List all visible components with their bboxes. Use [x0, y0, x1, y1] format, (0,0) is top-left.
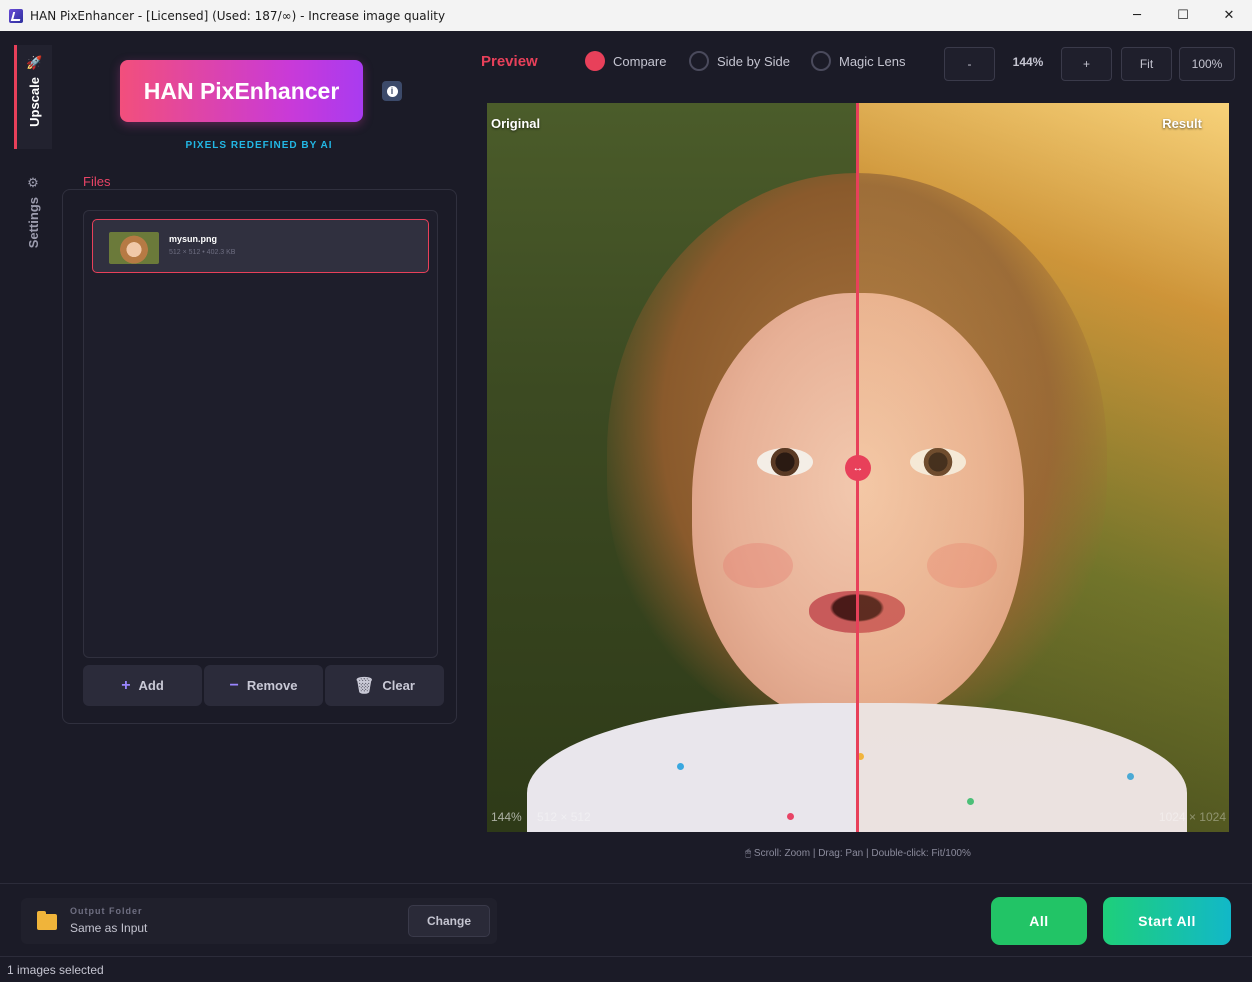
- result-tint: [858, 103, 1229, 832]
- mode-compare[interactable]: Compare: [585, 51, 666, 71]
- zoom-level: 144%: [1012, 55, 1044, 69]
- preview-hint: 🖱 Scroll: Zoom | Drag: Pan | Double-clic…: [745, 848, 971, 859]
- mode-side-by-side[interactable]: Side by Side: [689, 51, 790, 71]
- trash-icon: 🗑: [354, 677, 375, 695]
- mode-side-by-side-label: Side by Side: [717, 53, 790, 69]
- info-icon: i: [386, 85, 398, 97]
- mode-compare-label: Compare: [613, 53, 667, 69]
- brand-tagline: PIXELS REDEFINED BY AI: [185, 140, 333, 151]
- zoom-in-button[interactable]: +: [1061, 47, 1112, 81]
- tab-upscale[interactable]: 🚀 Upscale: [14, 45, 52, 149]
- tab-settings[interactable]: ⚙ Settings: [14, 165, 52, 275]
- subject-eye-left: [757, 448, 813, 476]
- close-button[interactable]: ✕: [1206, 0, 1252, 31]
- mode-magic-lens[interactable]: Magic Lens: [811, 51, 905, 71]
- mode-magic-lens-label: Magic Lens: [839, 53, 906, 69]
- add-label: Add: [138, 678, 164, 693]
- bottom-bar: Output Folder Same as Input Change All S…: [0, 883, 1252, 956]
- image-zoom-readout: 144%: [491, 810, 522, 824]
- title-bar: HAN PixEnhancer - [Licensed] (Used: 187/…: [0, 0, 1252, 31]
- original-label: Original: [491, 116, 541, 131]
- info-button[interactable]: i: [382, 81, 402, 101]
- list-item[interactable]: mysun.png 512 × 512 • 402.3 KB: [92, 219, 429, 273]
- add-button[interactable]: + Add: [83, 665, 202, 706]
- app-icon: [9, 8, 23, 23]
- file-name: mysun.png: [169, 234, 218, 244]
- gear-icon: ⚙: [27, 175, 39, 190]
- radio-compare[interactable]: [585, 51, 605, 71]
- change-folder-button[interactable]: Change: [408, 905, 490, 937]
- tab-settings-label: Settings: [25, 197, 41, 249]
- actual-size-button[interactable]: 100%: [1179, 47, 1235, 81]
- output-folder-value: Same as Input: [70, 921, 148, 935]
- result-label: Result: [1162, 116, 1202, 131]
- files-label: Files: [83, 174, 111, 189]
- file-thumbnail: [109, 232, 159, 264]
- original-size: 512 × 512: [537, 810, 591, 824]
- radio-magic-lens[interactable]: [811, 51, 831, 71]
- shirt-dot: [787, 813, 794, 820]
- minimize-button[interactable]: ─: [1114, 0, 1160, 31]
- tab-rail: 🚀 Upscale ⚙ Settings: [14, 45, 52, 285]
- shirt-dot: [677, 763, 684, 770]
- maximize-button[interactable]: ☐: [1160, 0, 1206, 31]
- compare-view[interactable]: ↔ Original Result 144% 512 × 512 1024 × …: [487, 103, 1229, 832]
- file-actions: + Add − Remove 🗑 Clear: [83, 665, 444, 706]
- file-meta: 512 × 512 • 402.3 KB: [169, 249, 236, 256]
- result-size: 1024 × 1024: [1158, 810, 1226, 824]
- rocket-icon: 🚀: [26, 55, 43, 70]
- tab-upscale-label: Upscale: [27, 77, 42, 127]
- run-all-button[interactable]: All: [991, 897, 1087, 945]
- window-title: HAN PixEnhancer - [Licensed] (Used: 187/…: [30, 8, 446, 23]
- subject-cheek-left: [723, 543, 793, 588]
- fit-button[interactable]: Fit: [1121, 47, 1172, 81]
- divider-handle-icon[interactable]: ↔: [845, 455, 871, 481]
- plus-icon: +: [121, 676, 131, 694]
- clear-label: Clear: [382, 678, 415, 693]
- file-list[interactable]: mysun.png 512 × 512 • 402.3 KB: [83, 210, 438, 658]
- minus-icon: −: [229, 676, 239, 694]
- main-area: 🚀 Upscale ⚙ Settings HAN PixEnhancer i P…: [0, 31, 1252, 883]
- start-all-button[interactable]: Start All: [1103, 897, 1231, 945]
- output-folder-panel: Output Folder Same as Input Change: [21, 898, 497, 944]
- zoom-out-button[interactable]: -: [944, 47, 995, 81]
- output-folder-label: Output Folder: [70, 906, 143, 916]
- clear-button[interactable]: 🗑 Clear: [325, 665, 444, 706]
- preview-title: Preview: [481, 53, 538, 70]
- status-bar: 1 images selected: [0, 956, 1252, 982]
- brand-logo: HAN PixEnhancer: [120, 60, 363, 122]
- radio-side-by-side[interactable]: [689, 51, 709, 71]
- remove-label: Remove: [246, 678, 298, 693]
- folder-icon: [37, 911, 57, 930]
- remove-button[interactable]: − Remove: [204, 665, 323, 706]
- files-group: mysun.png 512 × 512 • 402.3 KB + Add − R…: [62, 189, 457, 724]
